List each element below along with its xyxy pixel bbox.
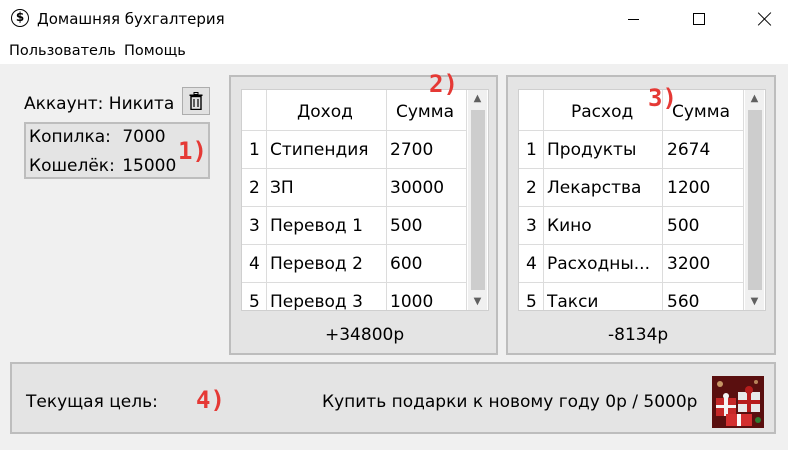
- expense-row-amount[interactable]: 3200: [667, 254, 710, 274]
- expense-row-number: 3: [526, 216, 537, 236]
- scroll-up-icon[interactable]: ▲: [468, 90, 487, 108]
- piggy-bank-value: 7000: [122, 127, 166, 147]
- goal-text: Купить подарки к новому году 0р / 5000р: [322, 392, 698, 412]
- expense-row-amount[interactable]: 500: [667, 216, 699, 236]
- expense-row-number: 5: [526, 292, 537, 311]
- income-scrollbar[interactable]: ▲ ▼: [468, 90, 487, 310]
- gift-image-art: [712, 376, 764, 428]
- expense-row-name[interactable]: Продукты: [547, 140, 636, 160]
- marker-3: 3): [648, 84, 677, 112]
- expense-total: -8134р: [608, 325, 669, 345]
- marker-1: 1): [178, 137, 207, 165]
- account-label: Аккаунт: Никита: [24, 94, 175, 114]
- income-total: +34800р: [325, 325, 405, 345]
- marker-2: 2): [429, 70, 458, 98]
- close-icon: [758, 12, 772, 26]
- gift-image[interactable]: [712, 376, 764, 428]
- income-row-number: 3: [249, 216, 260, 236]
- expense-row-name[interactable]: Такси: [547, 292, 598, 310]
- income-row-number: 5: [249, 292, 260, 311]
- window-title: Домашняя бухгалтерия: [37, 10, 225, 28]
- expense-row-name[interactable]: Лекарства: [547, 178, 641, 198]
- income-row-name[interactable]: Перевод 2: [270, 254, 363, 274]
- wallet-value: 15000: [122, 156, 177, 176]
- menu-user[interactable]: Пользователь: [9, 43, 116, 59]
- income-row-name[interactable]: Стипендия: [270, 140, 369, 160]
- income-row-amount[interactable]: 600: [390, 254, 422, 274]
- expense-row-number: 4: [526, 254, 537, 274]
- income-row-number: 2: [249, 178, 260, 198]
- income-row-name[interactable]: ЗП: [270, 178, 294, 198]
- expense-row-name[interactable]: Расходны...: [547, 254, 659, 274]
- expense-row-number: 2: [526, 178, 537, 198]
- scroll-up-icon[interactable]: ▲: [745, 90, 764, 108]
- piggy-bank-row: Копилка: 7000: [29, 127, 166, 147]
- maximize-button[interactable]: [676, 0, 722, 38]
- income-row-amount[interactable]: 30000: [390, 178, 444, 198]
- close-button[interactable]: [742, 0, 788, 38]
- goal-panel: Текущая цель: 4) Купить подарки к новому…: [10, 362, 776, 434]
- income-header-amount[interactable]: Сумма: [396, 102, 454, 122]
- scroll-down-icon[interactable]: ▼: [745, 293, 764, 310]
- wallet-label: Кошелёк:: [29, 156, 115, 176]
- expense-row-number: 1: [526, 140, 537, 160]
- scroll-down-icon[interactable]: ▼: [468, 293, 487, 310]
- income-row-amount[interactable]: 500: [390, 216, 422, 236]
- piggy-bank-label: Копилка:: [29, 127, 111, 147]
- expense-scroll-thumb[interactable]: [748, 110, 762, 290]
- expense-row-amount[interactable]: 2674: [667, 140, 710, 160]
- expense-panel: Расход Сумма 1 Продукты 2674 2 Лекарства…: [506, 75, 776, 355]
- minimize-button[interactable]: [610, 0, 656, 38]
- goal-label: Текущая цель:: [26, 392, 158, 412]
- income-header-name[interactable]: Доход: [297, 102, 353, 122]
- income-row-number: 4: [249, 254, 260, 274]
- trash-icon: [189, 92, 203, 110]
- income-panel: Доход Сумма 1 Стипендия 2700 2 ЗП 30000 …: [229, 75, 498, 355]
- income-table: Доход Сумма 1 Стипендия 2700 2 ЗП 30000 …: [241, 89, 489, 311]
- marker-4: 4): [196, 386, 225, 414]
- expense-scrollbar[interactable]: ▲ ▼: [745, 90, 764, 310]
- expense-row-amount[interactable]: 1200: [667, 178, 710, 198]
- menu-bar: Пользователь Помощь: [0, 38, 788, 64]
- income-row-amount[interactable]: 1000: [390, 292, 433, 310]
- expense-row-amount[interactable]: 560: [667, 292, 699, 310]
- delete-account-button[interactable]: [182, 87, 210, 115]
- income-scroll-thumb[interactable]: [471, 110, 485, 290]
- income-row-name[interactable]: Перевод 1: [270, 216, 363, 236]
- expense-header-name[interactable]: Расход: [571, 102, 633, 122]
- expense-row-name[interactable]: Кино: [547, 216, 592, 236]
- maximize-icon: [693, 13, 705, 25]
- menu-help[interactable]: Помощь: [124, 43, 186, 59]
- income-row-name[interactable]: Перевод 3: [270, 292, 363, 310]
- title-bar: $ Домашняя бухгалтерия: [0, 0, 788, 38]
- minimize-icon: [627, 18, 639, 20]
- dollar-circle-icon: $: [11, 9, 29, 27]
- expense-table: Расход Сумма 1 Продукты 2674 2 Лекарства…: [518, 89, 766, 311]
- wallet-row: Кошелёк: 15000: [29, 156, 176, 176]
- income-row-number: 1: [249, 140, 260, 160]
- income-row-amount[interactable]: 2700: [390, 140, 433, 160]
- expense-header-amount[interactable]: Сумма: [672, 102, 730, 122]
